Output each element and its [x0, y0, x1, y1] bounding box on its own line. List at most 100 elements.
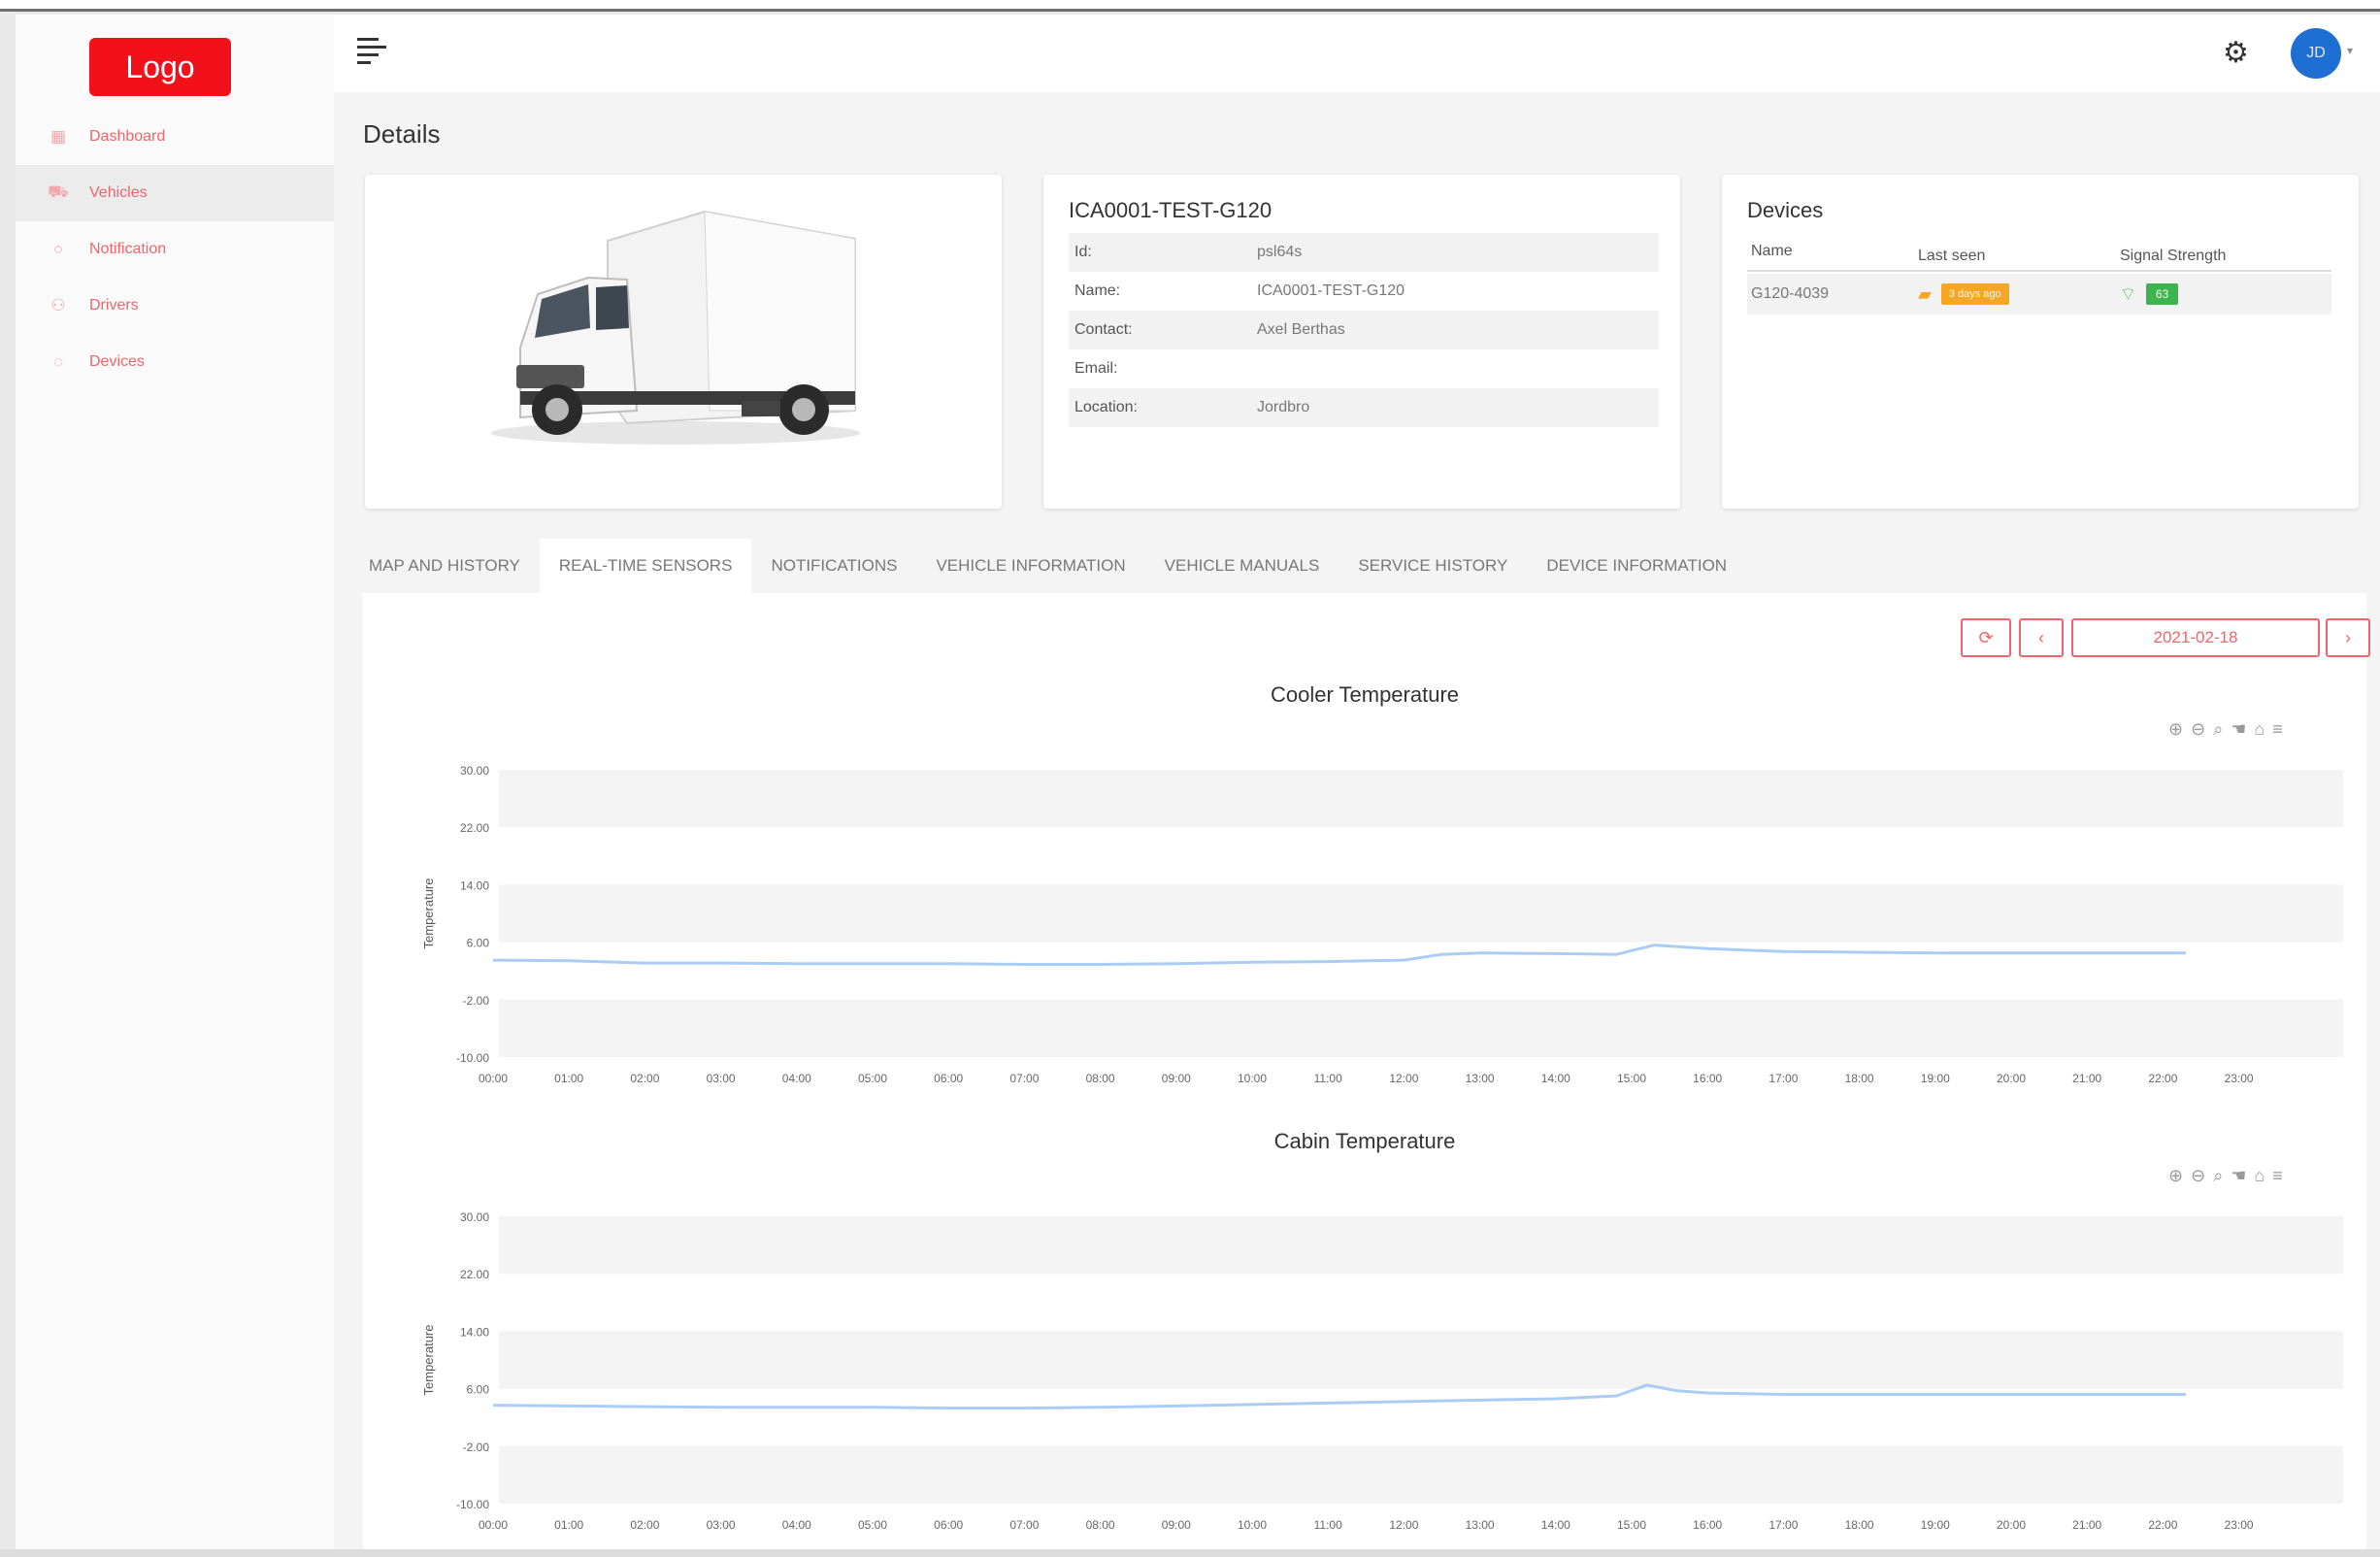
tab-bar: MAP AND HISTORY REAL-TIME SENSORS NOTIFI…: [349, 539, 1746, 593]
menu-icon[interactable]: ≡: [2272, 1166, 2283, 1186]
zoom-in-icon[interactable]: ⊕: [2168, 719, 2183, 740]
devices-table-header: Name Last seen Signal Strength: [1747, 243, 2331, 272]
x-tick-label: 13:00: [1466, 1072, 1495, 1085]
menu-icon[interactable]: ≡: [2272, 719, 2283, 740]
cooler-temperature-chart: 30.00 22.00 14.00 6.00 -2.00 -10.00 Temperatur…: [421, 764, 2343, 1085]
y-tick-label: 6.00: [467, 937, 490, 950]
y-tick-label: -2.00: [463, 1441, 490, 1454]
x-tick-label: 05:00: [858, 1518, 887, 1532]
sidebar-item-label: Vehicles: [89, 184, 148, 201]
x-tick-label: 22:00: [2148, 1518, 2177, 1532]
home-icon[interactable]: ⌂: [2254, 719, 2264, 740]
y-tick-label: 30.00: [460, 764, 489, 778]
y-tick-label: 22.00: [460, 1268, 489, 1281]
x-tick-label: 01:00: [554, 1518, 583, 1532]
vehicle-title: ICA0001-TEST-G120: [1069, 198, 1273, 222]
x-tick-label: 04:00: [782, 1072, 811, 1085]
table-row[interactable]: G120-4039 ▰ 3 days ago ⌔ 63: [1747, 274, 2331, 315]
zoom-out-icon[interactable]: ⊖: [2191, 1166, 2205, 1186]
details-value: psl64s: [1257, 244, 1303, 260]
x-tick-label: 11:00: [1314, 1518, 1342, 1532]
search-icon[interactable]: ⌕: [2213, 719, 2223, 740]
x-tick-label: 02:00: [630, 1072, 659, 1085]
x-tick-label: 23:00: [2225, 1072, 2254, 1085]
y-tick-label: 30.00: [460, 1210, 489, 1224]
x-tick-label: 12:00: [1389, 1072, 1418, 1085]
plot-band: [499, 884, 2343, 943]
grid-icon: ▦: [50, 127, 67, 146]
previous-day-button[interactable]: ‹: [2019, 618, 2064, 657]
sidebar-item-notification[interactable]: ○ Notification: [16, 221, 334, 278]
sidebar: Logo ▦ Dashboard ⛟ Vehicles ○ Notificati…: [16, 15, 334, 1549]
series-line[interactable]: [492, 944, 2186, 966]
x-tick-label: 23:00: [2225, 1518, 2254, 1532]
vehicle-details-card: ICA0001-TEST-G120 Id: psl64s Name: ICA00…: [1043, 175, 1680, 509]
tab-vehicle-information[interactable]: VEHICLE INFORMATION: [916, 539, 1144, 593]
home-icon[interactable]: ⌂: [2254, 1166, 2264, 1186]
details-row-contact: Contact: Axel Berthas: [1069, 311, 1659, 349]
zoom-in-icon[interactable]: ⊕: [2168, 1166, 2183, 1186]
logo[interactable]: Logo: [89, 38, 231, 96]
chart-toolbar: ⊕ ⊖ ⌕ ☚ ⌂ ≡: [2168, 1166, 2283, 1186]
y-axis-label: Temperature: [421, 878, 436, 949]
refresh-button[interactable]: ⟳: [1961, 618, 2011, 657]
x-tick-label: 06:00: [934, 1072, 963, 1085]
sensors-panel: ⟳ ‹ 2021-02-18 › Cooler Temperature ⊕ ⊖ …: [363, 593, 2370, 1549]
x-tick-label: 18:00: [1845, 1518, 1874, 1532]
vehicle-image: [491, 210, 860, 445]
plot-band: [499, 1331, 2343, 1389]
details-key: Contact:: [1074, 321, 1133, 338]
y-tick-label: 6.00: [467, 1383, 490, 1397]
x-tick-label: 14:00: [1541, 1518, 1570, 1532]
tab-notifications[interactable]: NOTIFICATIONS: [751, 539, 916, 593]
zoom-out-icon[interactable]: ⊖: [2191, 719, 2205, 740]
x-tick-label: 17:00: [1768, 1072, 1798, 1085]
chevron-right-icon: ›: [2345, 627, 2351, 647]
pan-hand-icon[interactable]: ☚: [2231, 1166, 2246, 1186]
cabin-temperature-chart: 30.00 22.00 14.00 6.00 -2.00 -10.00 Temperatur…: [421, 1210, 2343, 1532]
tab-device-information[interactable]: DEVICE INFORMATION: [1527, 539, 1746, 593]
sidebar-item-drivers[interactable]: ⚇ Drivers: [16, 278, 334, 334]
column-header: Last seen: [1918, 248, 1986, 264]
x-tick-label: 01:00: [554, 1072, 583, 1085]
truck-icon: ⛟: [48, 182, 69, 201]
tab-vehicle-manuals[interactable]: VEHICLE MANUALS: [1145, 539, 1339, 593]
top-header: ⚙ JD ▾: [334, 15, 2380, 92]
tab-real-time-sensors[interactable]: REAL-TIME SENSORS: [539, 539, 752, 593]
menu-toggle-icon[interactable]: [357, 38, 388, 65]
x-tick-label: 13:00: [1466, 1518, 1495, 1532]
x-tick-label: 08:00: [1086, 1518, 1115, 1532]
x-tick-label: 03:00: [707, 1518, 736, 1532]
chart-title: Cabin Temperature: [1273, 1129, 1456, 1153]
x-tick-label: 09:00: [1162, 1072, 1191, 1085]
pan-hand-icon[interactable]: ☚: [2231, 719, 2246, 740]
x-tick-label: 19:00: [1921, 1518, 1950, 1532]
avatar[interactable]: JD: [2291, 28, 2341, 79]
details-row-location: Location: Jordbro: [1069, 388, 1659, 427]
refresh-icon: ⟳: [1978, 627, 1994, 647]
device-name: G120-4039: [1751, 285, 1830, 302]
window-bottom-edge: [0, 1549, 2380, 1557]
tab-service-history[interactable]: SERVICE HISTORY: [1339, 539, 1527, 593]
x-tick-label: 00:00: [479, 1518, 508, 1532]
gear-icon[interactable]: ⚙: [2223, 36, 2249, 70]
x-tick-label: 15:00: [1617, 1072, 1646, 1085]
y-tick-label: 14.00: [460, 878, 489, 892]
chevron-down-icon[interactable]: ▾: [2347, 44, 2353, 57]
x-tick-label: 07:00: [1009, 1518, 1039, 1532]
y-axis-label: Temperature: [421, 1325, 436, 1396]
date-input[interactable]: 2021-02-18: [2071, 618, 2320, 657]
plot-band: [499, 770, 2343, 828]
last-seen-cell: ▰ 3 days ago: [1918, 283, 2120, 305]
x-tick-label: 16:00: [1693, 1072, 1722, 1085]
wifi-icon: ⌔: [2120, 283, 2136, 304]
x-tick-label: 18:00: [1845, 1072, 1874, 1085]
details-row-id: Id: psl64s: [1069, 233, 1659, 272]
sidebar-item-vehicles[interactable]: ⛟ Vehicles: [16, 165, 334, 221]
plot-band: [499, 1445, 2343, 1504]
sidebar-item-devices[interactable]: ◌ Devices: [16, 334, 334, 390]
search-icon[interactable]: ⌕: [2213, 1166, 2223, 1186]
sidebar-item-dashboard[interactable]: ▦ Dashboard: [16, 109, 334, 165]
next-day-button[interactable]: ›: [2326, 618, 2370, 657]
tab-map-and-history[interactable]: MAP AND HISTORY: [349, 539, 540, 593]
